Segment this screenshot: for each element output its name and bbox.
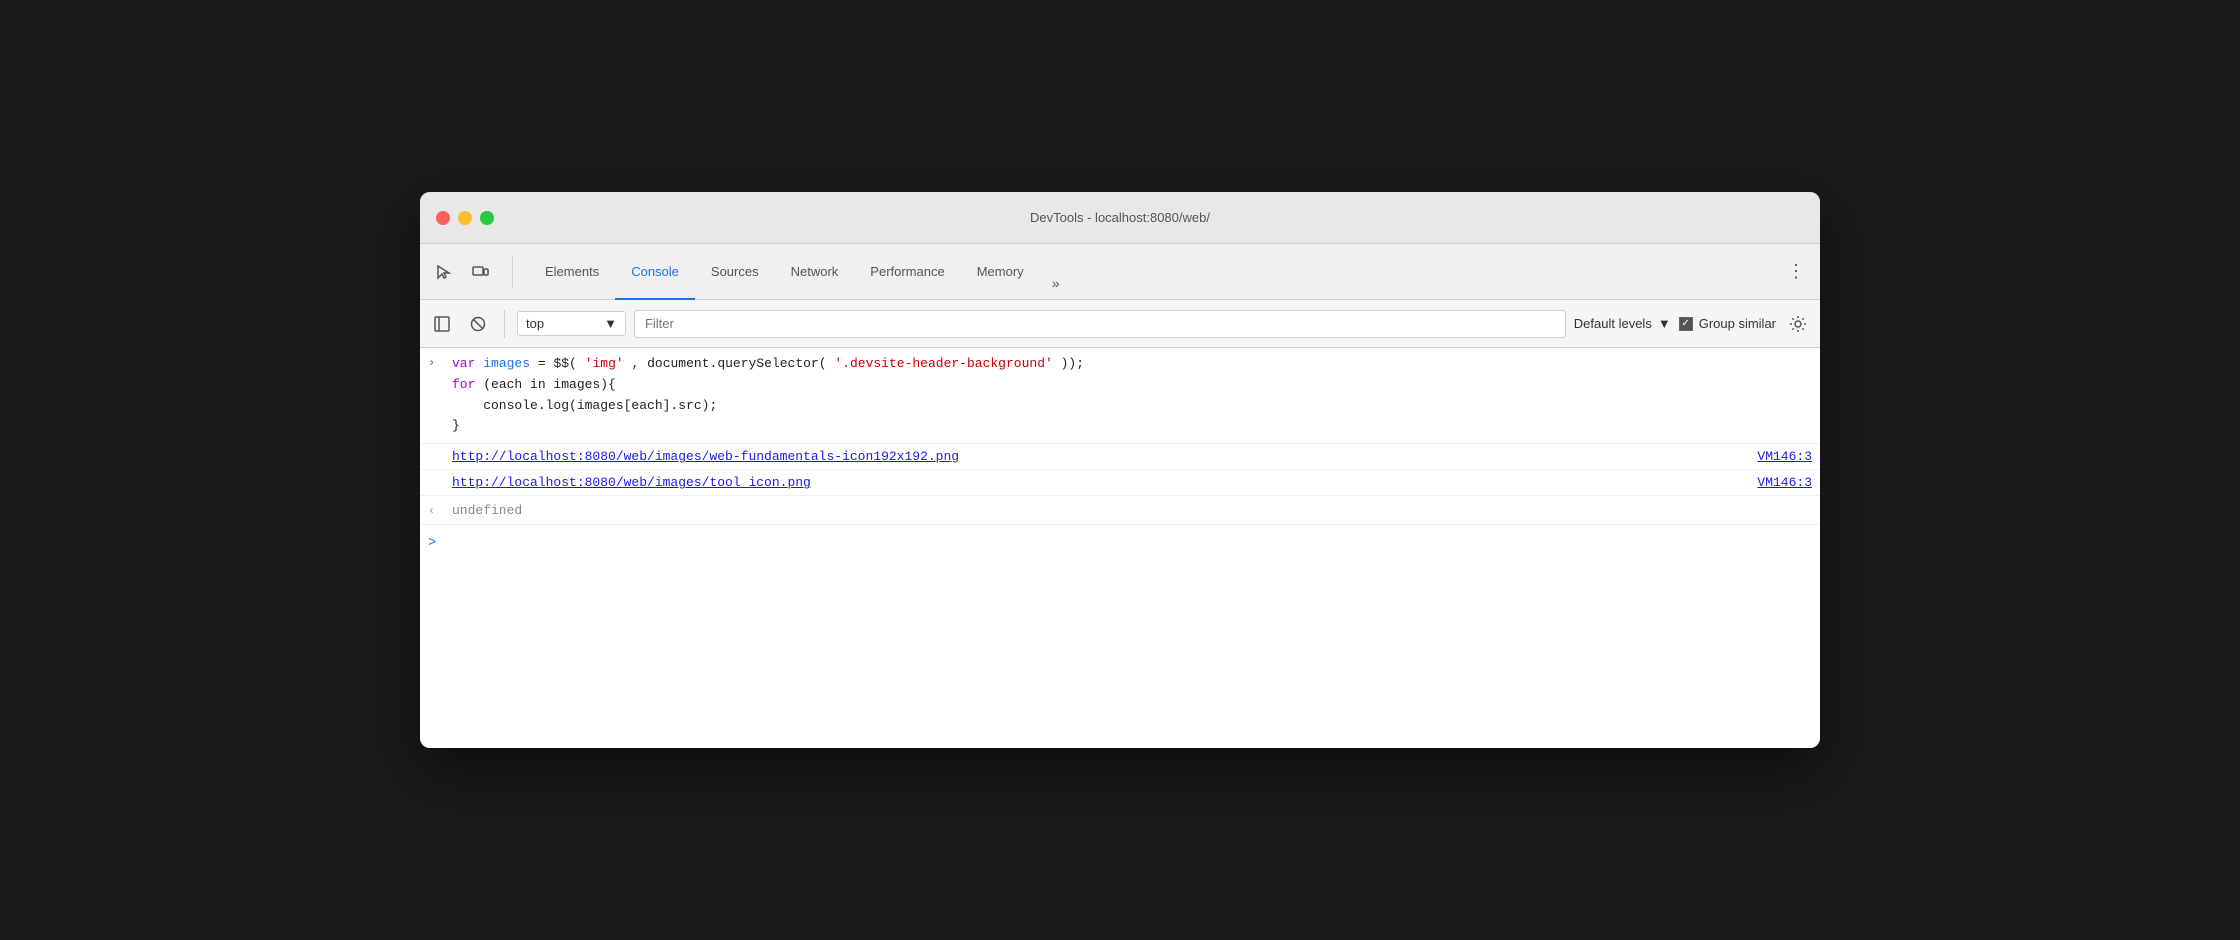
code-block: var images = $$( 'img' , document.queryS…	[452, 354, 1812, 437]
maximize-button[interactable]	[480, 211, 494, 225]
console-output: › var images = $$( 'img' , document.quer…	[420, 348, 1820, 748]
string-selector: '.devsite-header-background'	[834, 356, 1052, 371]
tab-console[interactable]: Console	[615, 245, 695, 300]
code-line-4: }	[452, 416, 1812, 437]
input-prompt-arrow: >	[428, 535, 436, 551]
tab-network[interactable]: Network	[775, 245, 855, 300]
console-input-row: >	[420, 525, 1820, 561]
group-similar-option: ✓ Group similar	[1679, 316, 1776, 331]
code-line-2: for (each in images){	[452, 375, 1812, 396]
device-toolbar-icon[interactable]	[464, 256, 496, 288]
string-img: 'img'	[585, 356, 624, 371]
devtools-window: DevTools - localhost:8080/web/ Elements	[420, 192, 1820, 748]
vm-ref-1[interactable]: VM146:3	[1757, 449, 1812, 464]
title-bar: DevTools - localhost:8080/web/	[420, 192, 1820, 244]
clear-console-button[interactable]	[464, 310, 492, 338]
inspect-element-icon[interactable]	[428, 256, 460, 288]
tab-performance[interactable]: Performance	[854, 245, 960, 300]
var-images: images	[483, 356, 530, 371]
console-input[interactable]	[444, 536, 1812, 551]
window-title: DevTools - localhost:8080/web/	[1030, 210, 1210, 225]
console-undefined-row: ‹ undefined	[420, 496, 1820, 525]
console-code-entry: › var images = $$( 'img' , document.quer…	[420, 348, 1820, 444]
console-toolbar: top ▼ Default levels ▼ ✓ Group similar	[420, 300, 1820, 348]
main-tabs: Elements Console Sources Network Perform…	[529, 244, 1780, 299]
console-link-1[interactable]: http://localhost:8080/web/images/web-fun…	[452, 449, 1757, 464]
entry-prompt-arrow: ›	[428, 354, 444, 370]
toolbar-divider-1	[504, 310, 505, 338]
console-link-row-2: http://localhost:8080/web/images/tool_ic…	[420, 470, 1820, 496]
tab-sources[interactable]: Sources	[695, 245, 775, 300]
console-settings-button[interactable]	[1784, 310, 1812, 338]
keyword-var: var	[452, 356, 475, 371]
devtools-menu-button[interactable]: ⋮	[1780, 256, 1812, 288]
vm-ref-2[interactable]: VM146:3	[1757, 475, 1812, 490]
tab-bar: Elements Console Sources Network Perform…	[420, 244, 1820, 300]
tab-memory[interactable]: Memory	[961, 245, 1040, 300]
context-selector[interactable]: top ▼	[517, 311, 626, 336]
tabs-overflow-button[interactable]: »	[1040, 267, 1072, 299]
sidebar-toggle-button[interactable]	[428, 310, 456, 338]
undefined-value: undefined	[452, 503, 522, 518]
code-line-3: console.log(images[each].src);	[452, 396, 1812, 417]
console-link-row-1: http://localhost:8080/web/images/web-fun…	[420, 444, 1820, 470]
keyword-for: for	[452, 377, 475, 392]
undefined-arrow: ‹	[428, 502, 444, 518]
devtools-icon-group	[428, 256, 513, 288]
window-controls	[436, 211, 494, 225]
filter-input[interactable]	[634, 310, 1566, 338]
minimize-button[interactable]	[458, 211, 472, 225]
console-link-2[interactable]: http://localhost:8080/web/images/tool_ic…	[452, 475, 1757, 490]
close-button[interactable]	[436, 211, 450, 225]
group-similar-checkbox[interactable]: ✓	[1679, 317, 1693, 331]
log-levels-dropdown[interactable]: Default levels ▼	[1574, 316, 1671, 331]
code-line-1: var images = $$( 'img' , document.queryS…	[452, 354, 1812, 375]
tab-elements[interactable]: Elements	[529, 245, 615, 300]
